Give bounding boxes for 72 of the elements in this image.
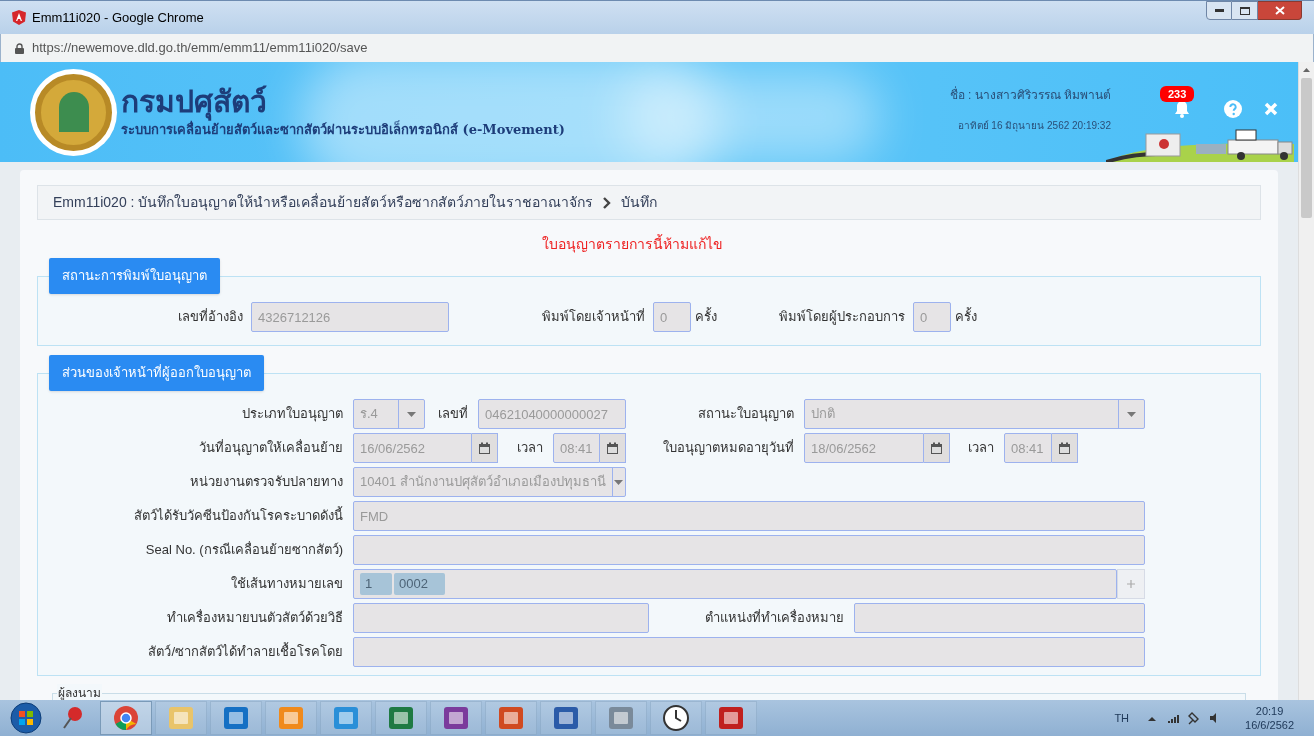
- caret-icon: [407, 411, 416, 417]
- calendar-button[interactable]: [472, 433, 498, 463]
- breadcrumb-current: บันทึก: [621, 193, 658, 212]
- scroll-up-icon: [1303, 68, 1310, 72]
- window-title: Emm11i020 - Google Chrome: [32, 8, 204, 27]
- field-label: ทำเครื่องหมายบนตัวสัตว์ด้วยวิธี: [166, 608, 344, 628]
- calendar-icon: [930, 441, 943, 455]
- clock-date[interactable]: 16/6/2562: [1245, 718, 1294, 732]
- field-label: เลขที่อ้างอิง: [177, 307, 244, 327]
- maximize-icon: [1239, 6, 1250, 15]
- route-tag: 1: [360, 573, 392, 595]
- calendar-button[interactable]: [924, 433, 950, 463]
- dropdown-field[interactable]: ปกติ: [804, 399, 1145, 429]
- clock-icon: [663, 705, 689, 731]
- unit-label: ครั้ง: [694, 307, 717, 327]
- field-label: เลขที่: [437, 404, 469, 424]
- dropdown-field[interactable]: 10401 สำนักงานปศุสัตว์อำเภอเมืองปทุมธานี: [353, 467, 626, 497]
- close-button[interactable]: [1258, 1, 1302, 20]
- clock-time[interactable]: 20:19: [1255, 704, 1284, 718]
- scrollbar[interactable]: [1298, 62, 1314, 700]
- user-name: ชื่อ : นางสาวศิริวรรณ หิมพานต์: [949, 86, 1111, 104]
- unit-label: ครั้ง: [954, 307, 977, 327]
- field-label: สัตว์/ซากสัตว์ได้ทำลายเชื้อโรคโดย: [147, 642, 344, 662]
- calendar-button[interactable]: [600, 433, 626, 463]
- route-tag-field[interactable]: 1 0002: [353, 569, 1117, 599]
- browser-icon: [113, 705, 139, 731]
- field-label: ตำแหน่งที่ทำเครื่องหมาย: [704, 608, 845, 628]
- help-icon[interactable]: [1224, 100, 1242, 118]
- fieldset-legend: ผู้ลงนาม: [57, 684, 102, 700]
- dropdown-field[interactable]: ร.4: [353, 399, 425, 429]
- plus-icon: [1127, 580, 1135, 588]
- organization-name: กรมปศุสัตว์: [121, 84, 267, 121]
- system-name: ระบบการเคลื่อนย้ายสัตว์และซากสัตว์ผ่านระบบอิเล็กทรอนิกส์ (e-Movement): [121, 120, 565, 140]
- field-label: เวลา: [967, 439, 995, 458]
- lock-icon: [15, 42, 24, 54]
- field-label: พิมพ์โดยเจ้าหน้าที่: [541, 307, 646, 327]
- field-label: เวลา: [516, 439, 544, 458]
- chevron-right-icon: [603, 196, 612, 209]
- field-label: Seal No. (กรณีเคลื่อนย้ายซากสัตว์): [144, 540, 344, 560]
- date-time: อาทิตย์ 16 มิถุนายน 2562 20:19:32: [957, 119, 1111, 133]
- language-indicator[interactable]: TH: [1114, 709, 1130, 727]
- bell-icon[interactable]: [1173, 100, 1191, 118]
- calendar-icon: [606, 441, 619, 455]
- close-icon[interactable]: [1264, 102, 1278, 116]
- warning-message: ใบอนุญาตรายการนี้ห้ามแก้ไข: [542, 234, 723, 255]
- breadcrumb-link[interactable]: Emm11i020 : บันทึกใบอนุญาตให้นำหรือเคลื่อนย้ายสัตว์หรือซากสัตว์ภายในราชอาณาจักร: [53, 192, 594, 213]
- field-label: พิมพ์โดยผู้ประกอบการ: [778, 308, 906, 327]
- pushpin-icon: [62, 706, 84, 730]
- section-heading: สถานะการพิมพ์ใบอนุญาต: [49, 258, 220, 294]
- calendar-icon: [478, 441, 491, 455]
- scrollbar-thumb[interactable]: [1301, 78, 1312, 218]
- close-icon: [1274, 6, 1285, 15]
- field-label: สถานะใบอนุญาต: [697, 405, 795, 424]
- app-logo-icon: [12, 10, 26, 25]
- field-label: หน่วยงานตรวจรับปลายทาง: [189, 473, 344, 492]
- minimize-icon: [1214, 9, 1224, 12]
- calendar-icon: [1058, 441, 1071, 455]
- field-label: ใช้เส้นทางหมายเลข: [230, 575, 344, 594]
- address-bar-url[interactable]: https://newemove.dld.go.th/emm/emm11/emm11i020/save: [32, 38, 368, 58]
- minimize-button[interactable]: [1206, 1, 1232, 20]
- field-label: ประเภทใบอนุญาต: [241, 405, 344, 424]
- notification-badge: 233: [1160, 86, 1195, 102]
- field-label: วันที่อนุญาตให้เคลื่อนย้าย: [198, 438, 344, 458]
- maximize-button[interactable]: [1232, 1, 1258, 20]
- caret-icon: [614, 479, 624, 485]
- field-label: สัตว์ได้รับวัคซีนป้องกันโรคระบาดดังนี้: [133, 506, 344, 526]
- caret-icon: [1127, 411, 1136, 417]
- calendar-button[interactable]: [1052, 433, 1078, 463]
- route-tag: 0002: [394, 573, 445, 595]
- field-label: ใบอนุญาตหมดอายุวันที่: [662, 438, 795, 458]
- windows-logo-icon: [10, 702, 42, 734]
- section-heading: ส่วนของเจ้าหน้าที่ผู้ออกใบอนุญาต: [49, 355, 264, 391]
